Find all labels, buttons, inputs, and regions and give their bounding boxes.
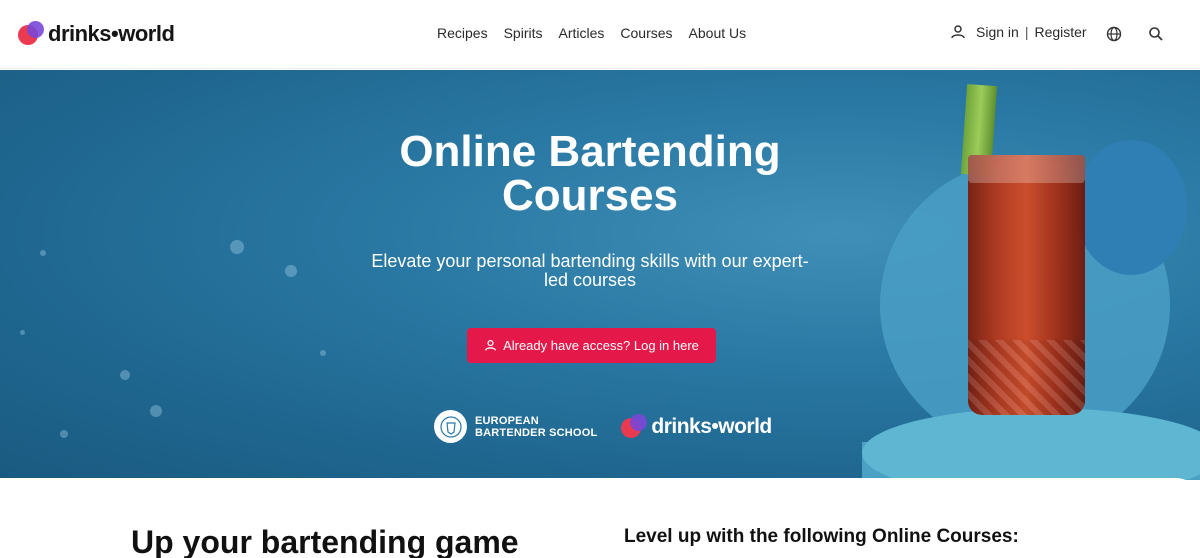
main-nav: Recipes Spirits Articles Courses About U… [437,25,746,41]
pedestal-top [862,408,1200,480]
section-heading-left: Up your bartending game [131,524,519,558]
glass-ice [968,155,1085,183]
backdrop-disc-small [1075,140,1187,275]
brand-name: drinks•world [48,21,175,46]
nav-item-recipes[interactable]: Recipes [437,25,488,41]
site-header: drinks•world Recipes Spirits Articles Co… [0,0,1200,69]
login-cta-label: Already have access? Log in here [503,338,699,353]
ebs-line-1: EUROPEAN [475,414,539,427]
nav-item-spirits[interactable]: Spirits [504,25,543,41]
ebs-line-2: BARTENDER SCHOOL [475,426,598,439]
register-link[interactable]: Register [1034,24,1086,40]
ebs-logo: EUROPEAN BARTENDER SCHOOL [434,410,597,443]
courses-intro: Up your bartending game Level up with th… [0,478,1200,558]
nav-item-about-us[interactable]: About Us [689,25,747,41]
account-links: Sign in | Register [950,24,1087,40]
section-heading-right: Level up with the following Online Cours… [624,526,1019,547]
logo-mark-icon [18,21,46,47]
ebs-crest-icon [434,410,467,443]
globe-icon[interactable] [1105,25,1123,43]
search-icon[interactable] [1147,25,1165,43]
nav-item-articles[interactable]: Articles [559,25,605,41]
logo-mark-icon [621,413,649,440]
sign-in-link[interactable]: Sign in [976,24,1019,40]
user-icon [485,339,497,351]
hero-banner: Online Bartending Courses Elevate your p… [0,70,1200,480]
hero-subtitle: Elevate your personal bartending skills … [371,251,809,290]
nav-item-courses[interactable]: Courses [620,25,672,41]
drinks-world-partner-logo: drinks•world [621,413,772,440]
brand-logo[interactable]: drinks•world [18,20,175,48]
partner-logos: EUROPEAN BARTENDER SCHOOL drinks•world [434,410,772,443]
hero-title: Online Bartending Courses [399,127,781,220]
glass-cut-pattern [968,340,1085,415]
login-cta-button[interactable]: Already have access? Log in here [467,328,716,363]
account-separator: | [1024,24,1029,40]
partner-brand-name: drinks•world [651,414,772,438]
user-icon[interactable] [950,24,966,40]
